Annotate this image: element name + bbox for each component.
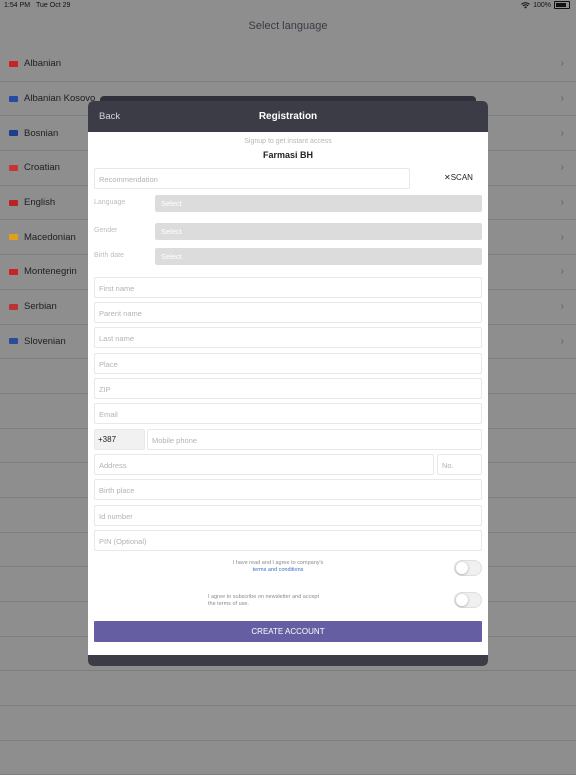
address-field[interactable]	[94, 454, 434, 475]
battery-icon	[554, 1, 570, 9]
language-name: Slovenian	[24, 335, 66, 347]
flag-icon	[9, 95, 18, 102]
status-bar: 1:54 PM Tue Oct 29 100%	[0, 0, 576, 12]
email-input[interactable]	[95, 405, 481, 424]
zip-field[interactable]	[94, 378, 482, 399]
empty-row	[0, 671, 576, 707]
empty-row	[0, 741, 576, 775]
company-name: Farmasi BH	[262, 150, 314, 160]
pin-input[interactable]	[95, 532, 481, 551]
language-name: Macedonian	[24, 231, 76, 243]
language-name: Serbian	[24, 301, 57, 313]
mobile-phone-field[interactable]	[147, 429, 482, 450]
battery-percent: 100%	[533, 1, 551, 9]
place-field[interactable]	[94, 353, 482, 374]
recommendation-field[interactable]	[94, 168, 410, 189]
flag-icon	[9, 130, 18, 137]
wifi-icon	[521, 1, 530, 8]
chevron-right-icon: ›	[560, 127, 564, 139]
language-name: Croatian	[24, 162, 60, 174]
language-row-albanian[interactable]: Albanian ›	[0, 47, 576, 82]
status-time: 1:54 PM	[4, 2, 31, 9]
terms-text: I have read and I agree to company's	[232, 560, 324, 566]
gender-select[interactable]: Select	[155, 223, 482, 240]
scan-button[interactable]: ✕SCAN	[444, 173, 473, 182]
status-date: Tue Oct 29	[36, 2, 71, 9]
toggle-knob	[456, 562, 468, 574]
signup-subtitle: Signup to get instant access	[244, 138, 332, 145]
newsletter-consent: I agree to subscribe on newsletter and a…	[208, 594, 328, 608]
modal-title: Registration	[258, 111, 318, 122]
address-input[interactable]	[95, 456, 433, 475]
page-title: Select language	[248, 20, 328, 32]
house-number-field[interactable]	[437, 454, 482, 475]
flag-icon	[9, 338, 18, 345]
chevron-right-icon: ›	[560, 197, 564, 209]
place-input[interactable]	[95, 355, 481, 374]
flag-icon	[9, 60, 18, 67]
recommendation-input[interactable]	[95, 170, 409, 189]
phone-prefix[interactable]: +387	[94, 429, 145, 450]
flag-icon	[9, 303, 18, 310]
toggle-knob	[456, 594, 468, 606]
birth-date-label: Birth date	[94, 252, 124, 259]
terms-link[interactable]: terms and conditions	[188, 567, 368, 574]
birth-place-input[interactable]	[95, 481, 481, 500]
last-name-field[interactable]	[94, 327, 482, 348]
chevron-right-icon: ›	[560, 231, 564, 243]
chevron-right-icon: ›	[560, 301, 564, 313]
flag-icon	[9, 199, 18, 206]
scan-label: SCAN	[450, 173, 473, 182]
parent-name-input[interactable]	[95, 304, 481, 323]
language-name: Bosnian	[24, 127, 59, 139]
birth-date-select[interactable]: Select	[155, 248, 482, 265]
language-name: Albanian	[24, 58, 61, 70]
gender-label: Gender	[94, 227, 118, 234]
email-field[interactable]	[94, 403, 482, 424]
chevron-right-icon: ›	[560, 335, 564, 347]
mobile-phone-input[interactable]	[148, 431, 481, 450]
first-name-input[interactable]	[95, 279, 481, 298]
parent-name-field[interactable]	[94, 302, 482, 323]
flag-icon	[9, 268, 18, 275]
chevron-right-icon: ›	[560, 58, 564, 70]
language-name: Montenegrin	[24, 266, 77, 278]
first-name-field[interactable]	[94, 277, 482, 298]
newsletter-text: I agree to subscribe on newsletter and a…	[208, 594, 319, 607]
last-name-input[interactable]	[95, 329, 481, 348]
chevron-right-icon: ›	[560, 162, 564, 174]
id-number-input[interactable]	[95, 507, 481, 526]
create-account-button[interactable]: CREATE ACCOUNT	[94, 621, 482, 642]
flag-icon	[9, 234, 18, 241]
chevron-right-icon: ›	[560, 266, 564, 278]
newsletter-toggle[interactable]	[454, 592, 482, 608]
language-select[interactable]: Select	[155, 195, 482, 212]
terms-consent: I have read and I agree to company's ter…	[188, 560, 368, 574]
language-label: Language	[94, 199, 126, 206]
language-name: Albanian Kosovo	[24, 93, 96, 105]
pin-field[interactable]	[94, 530, 482, 551]
scan-icon: ✕	[444, 173, 451, 182]
language-name: English	[24, 197, 56, 209]
modal-header: Back Registration	[88, 101, 488, 132]
id-number-field[interactable]	[94, 505, 482, 526]
terms-toggle[interactable]	[454, 560, 482, 576]
chevron-right-icon: ›	[560, 93, 564, 105]
zip-input[interactable]	[95, 380, 481, 399]
empty-row	[0, 706, 576, 741]
house-number-input[interactable]	[438, 456, 481, 475]
flag-icon	[9, 164, 18, 171]
registration-modal: Back Registration Signup to get instant …	[88, 101, 488, 666]
status-right: 100%	[521, 1, 570, 9]
birth-place-field[interactable]	[94, 479, 482, 500]
modal-footer	[88, 655, 488, 666]
